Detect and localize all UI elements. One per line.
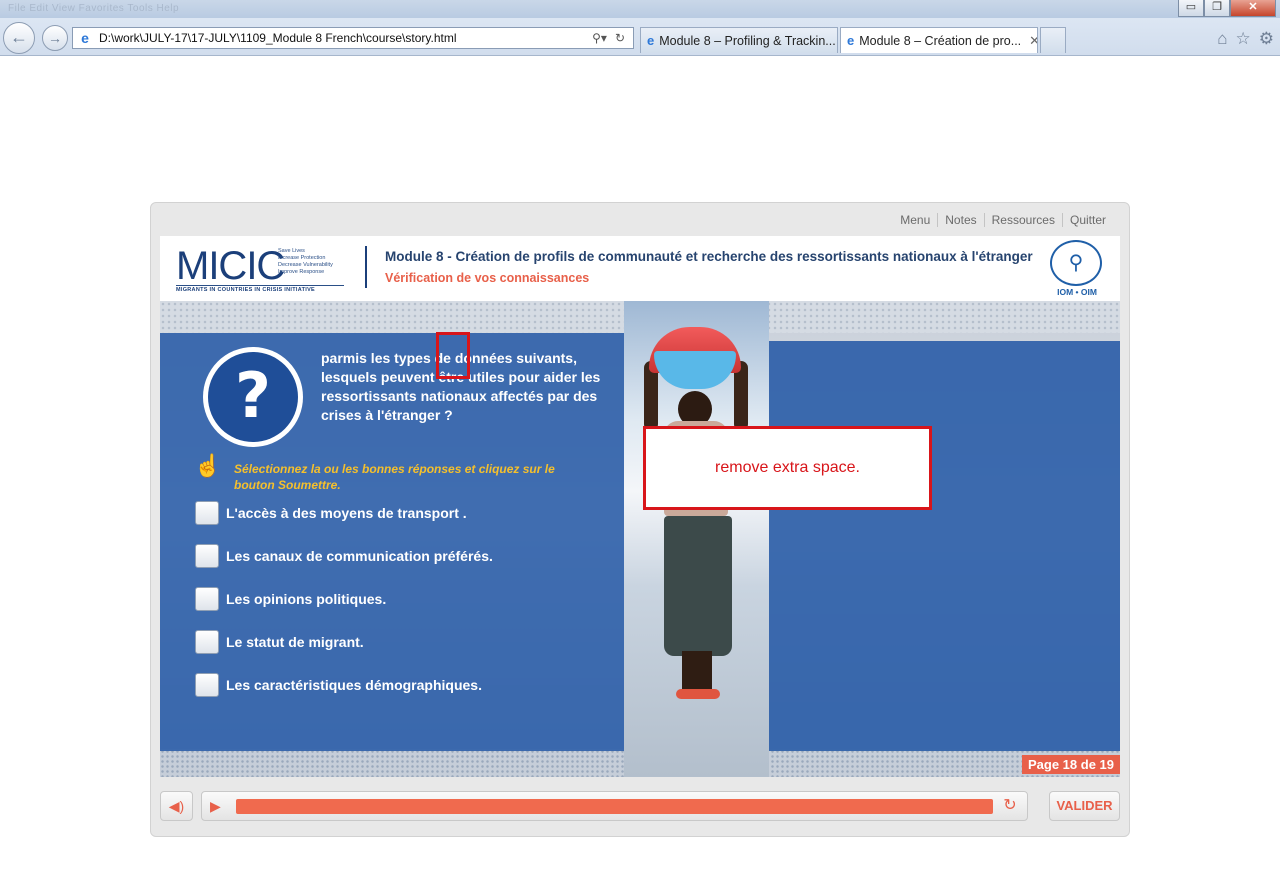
answer-option[interactable]: L'accès à des moyens de transport . [195,501,467,525]
question-panel: ? parmis les types de données suivants, … [160,333,624,751]
favorites-star-icon[interactable]: ☆ [1236,29,1251,49]
player-top-links: Menu Notes Ressources Quitter [893,213,1113,227]
iom-emblem-icon: ⚲ [1050,240,1102,286]
quit-link[interactable]: Quitter [1061,213,1113,227]
tab-creation[interactable]: e Module 8 – Création de pro... ✕ [840,27,1038,53]
module-title: Module 8 - Création de profils de commun… [385,249,1033,264]
seekbar[interactable] [236,799,993,814]
answer-checkbox[interactable] [195,587,219,611]
iom-logo-text: IOM • OIM [1057,287,1097,297]
answer-option[interactable]: Le statut de migrant. [195,630,364,654]
browser-title-bar: File Edit View Favorites Tools Help ▭ ❐ … [0,0,1280,18]
restore-button[interactable]: ❐ [1204,0,1230,17]
submit-button[interactable]: VALIDER [1049,791,1120,821]
answer-checkbox[interactable] [195,544,219,568]
micic-logo-tagline: Save Lives Increase Protection Decrease … [278,248,333,275]
instruction-text: Sélectionnez la ou les bonnes réponses e… [234,462,555,492]
answer-checkbox[interactable] [195,501,219,525]
slide-header: MICIC Save Lives Increase Protection Dec… [160,236,1120,301]
slide-body: ? parmis les types de données suivants, … [160,301,1120,777]
resources-link[interactable]: Ressources [983,213,1062,227]
forward-arrow-icon[interactable]: → [42,25,68,51]
right-blue-panel [769,341,1120,751]
answer-label[interactable]: Les canaux de communication préférés. [226,548,493,564]
answer-label[interactable]: L'accès à des moyens de transport . [226,505,467,521]
annotation-note: remove extra space. [715,459,860,476]
question-mark-icon: ? [203,347,303,447]
woman-carrying-basin-photo [624,301,769,777]
answer-checkbox[interactable] [195,630,219,654]
back-arrow-icon[interactable]: ← [3,22,35,54]
browser-navigation-bar: ← → e D:\work\JULY-17\17-JULY\1109_Modul… [0,18,1280,56]
module-subtitle: Vérification de vos connaissances [385,271,590,285]
seekbar-container: ▶ ↻ [201,791,1028,821]
micic-logo-subline: MIGRANTS IN COUNTRIES IN CRISIS INITIATI… [176,285,344,293]
window-controls: ▭ ❐ ✕ [1178,0,1276,17]
tab-label: Module 8 – Profiling & Trackin... [659,33,836,48]
minimize-button[interactable]: ▭ [1178,0,1204,17]
annotation-highlight-box [436,332,470,379]
close-window-button[interactable]: ✕ [1230,0,1276,17]
player-controls: ◀) ▶ ↻ VALIDER [160,789,1120,825]
home-icon[interactable]: ⌂ [1217,29,1227,49]
menu-bar-ghost: File Edit View Favorites Tools Help [8,3,180,14]
search-icon[interactable]: ⚲▾ [592,31,607,45]
micic-logo-word: MICIC [176,244,285,288]
header-divider [365,246,367,288]
answer-label[interactable]: Les opinions politiques. [226,591,386,607]
play-icon[interactable]: ▶ [210,796,228,816]
notes-link[interactable]: Notes [937,213,983,227]
replay-icon[interactable]: ↻ [1001,796,1019,816]
iom-logo: ⚲ IOM • OIM [1048,240,1106,298]
answer-option[interactable]: Les opinions politiques. [195,587,386,611]
ie-page-icon: e [81,30,89,46]
answer-checkbox[interactable] [195,673,219,697]
answer-option[interactable]: Les caractéristiques démographiques. [195,673,482,697]
answer-option[interactable]: Les canaux de communication préférés. [195,544,493,568]
tab-label: Module 8 – Création de pro... [859,33,1022,48]
settings-gear-icon[interactable]: ⚙ [1259,29,1274,49]
micic-logo: MICIC Save Lives Increase Protection Dec… [176,244,346,293]
annotation-callout: remove extra space. [643,426,932,510]
page-indicator: Page 18 de 19 [1022,755,1120,774]
slide: MICIC Save Lives Increase Protection Dec… [160,236,1120,777]
ie-tab-icon: e [647,33,655,48]
tap-hand-icon: ☝ [194,453,222,478]
seekbar-progress [236,799,993,814]
ie-tab-icon: e [847,33,855,48]
refresh-icon[interactable]: ↻ [615,31,625,45]
volume-icon[interactable]: ◀) [160,791,193,821]
new-tab-button[interactable] [1040,27,1066,53]
answer-label[interactable]: Les caractéristiques démographiques. [226,677,482,693]
address-bar[interactable]: e D:\work\JULY-17\17-JULY\1109_Module 8 … [72,27,634,49]
course-player: Menu Notes Ressources Quitter MICIC Save… [150,202,1130,837]
browser-toolbar-icons: ⌂ ☆ ⚙ [1217,29,1274,49]
menu-link[interactable]: Menu [893,213,937,227]
answer-label[interactable]: Le statut de migrant. [226,634,364,650]
url-text[interactable]: D:\work\JULY-17\17-JULY\1109_Module 8 Fr… [99,31,592,45]
close-tab-icon[interactable]: ✕ [1029,33,1037,49]
tab-profiling[interactable]: e Module 8 – Profiling & Trackin... [640,27,838,53]
